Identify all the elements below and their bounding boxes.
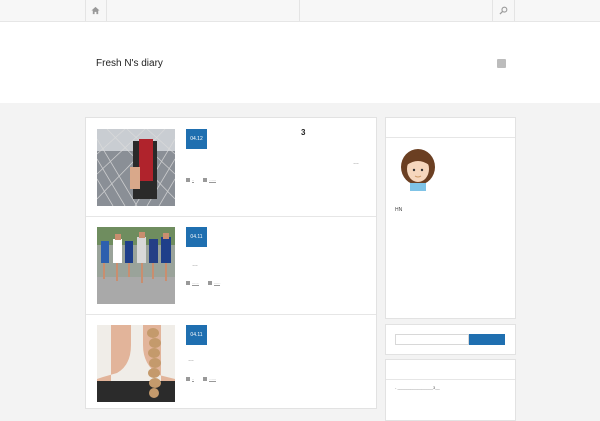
nav-divider <box>85 0 86 21</box>
document-icon <box>186 177 190 182</box>
avatar <box>401 149 435 191</box>
comment-icon <box>203 376 208 381</box>
widget-header <box>386 360 515 380</box>
rss-icon[interactable] <box>497 59 506 68</box>
post-excerpt: … <box>353 160 359 166</box>
category-link[interactable]: .. <box>192 376 195 383</box>
profile-name: HN <box>395 207 403 213</box>
comment-icon <box>203 177 208 182</box>
post-meta: ...... ...... <box>186 280 228 287</box>
post-thumbnail[interactable] <box>97 227 175 304</box>
post-thumbnail[interactable] <box>97 325 175 402</box>
search-icon[interactable] <box>499 6 508 15</box>
date-badge: 04.12 <box>186 129 207 149</box>
home-icon[interactable] <box>91 6 100 15</box>
widget-header <box>386 118 515 138</box>
nav-divider <box>106 0 107 21</box>
nav-divider <box>514 0 515 21</box>
site-header: Fresh N's diary <box>0 22 600 103</box>
post-thumbnail[interactable] <box>97 129 175 206</box>
post-meta: .. ...... <box>186 177 224 184</box>
post-meta: .. ...... <box>186 376 224 383</box>
nav-divider <box>299 0 300 21</box>
post-item[interactable]: 04.12 3 … .. ...... <box>86 118 376 217</box>
post-list: 04.12 3 … .. ...... 04.11 … ...... .....… <box>85 117 377 409</box>
nav-divider <box>492 0 493 21</box>
post-item[interactable]: 04.11 … ...... ...... <box>86 216 376 315</box>
category-link[interactable]: .. <box>192 177 195 184</box>
post-excerpt: … <box>192 262 198 268</box>
document-icon <box>186 376 190 381</box>
search-button[interactable] <box>469 334 505 345</box>
site-title[interactable]: Fresh N's diary <box>96 58 163 69</box>
comment-icon <box>207 280 212 285</box>
post-item[interactable]: 04.11 … .. ...... <box>86 314 376 412</box>
post-title[interactable]: 3 <box>301 128 305 137</box>
post-excerpt: … <box>188 357 194 363</box>
top-nav-bar <box>0 0 600 22</box>
comment-link[interactable]: ...... <box>209 177 217 184</box>
search-input[interactable] <box>395 334 469 345</box>
profile-widget: HN <box>385 117 516 319</box>
category-link[interactable]: ...... <box>192 280 199 287</box>
search-widget <box>385 324 516 355</box>
date-badge: 04.11 <box>186 227 207 247</box>
document-icon <box>186 280 190 285</box>
archive-widget: - ________________3__ <box>385 359 516 421</box>
archive-link[interactable]: - ________________3__ <box>395 385 440 390</box>
comment-link[interactable]: ...... <box>213 280 221 287</box>
comment-link[interactable]: ...... <box>209 376 217 383</box>
date-badge: 04.11 <box>186 325 207 345</box>
